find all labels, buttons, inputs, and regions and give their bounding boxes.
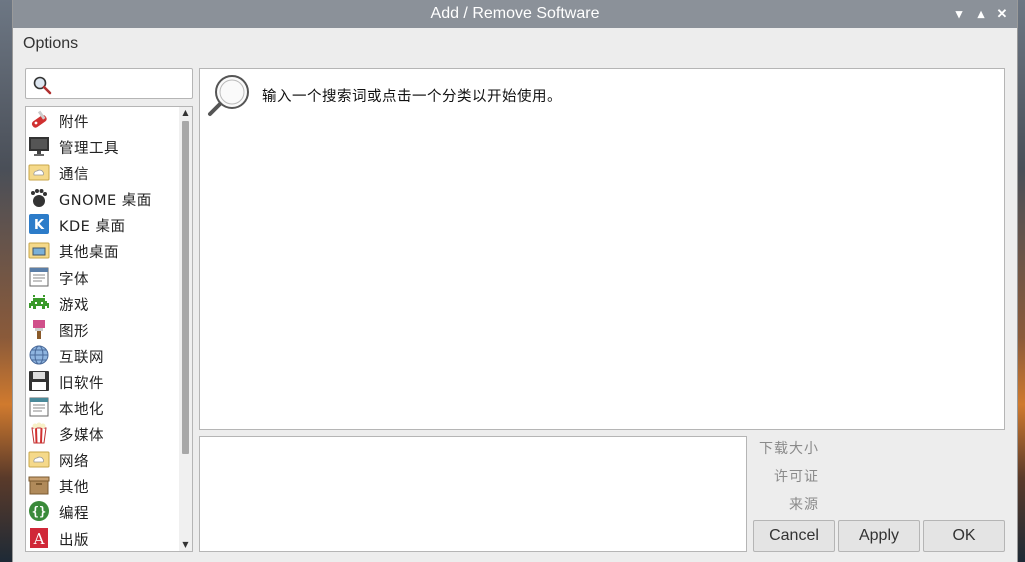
category-label: 出版 bbox=[59, 532, 89, 549]
search-icon bbox=[33, 76, 52, 95]
category-item[interactable]: 图形 bbox=[26, 316, 181, 342]
svg-text:K: K bbox=[34, 218, 45, 233]
scroll-up-arrow[interactable]: ▲ bbox=[179, 107, 192, 119]
window-title: Add / Remove Software bbox=[430, 5, 600, 22]
add-remove-software-window: Add / Remove Software ▾ ▴ ✕ Options 附件管理… bbox=[12, 0, 1018, 562]
category-label: 附件 bbox=[59, 115, 89, 131]
search-box[interactable] bbox=[25, 68, 193, 99]
category-label: 通信 bbox=[59, 167, 89, 184]
box-icon bbox=[28, 476, 50, 495]
category-label: 编程 bbox=[59, 506, 89, 523]
download-size-label: 下载大小 bbox=[759, 441, 819, 457]
title-bar[interactable]: Add / Remove Software ▾ ▴ ✕ bbox=[13, 0, 1017, 28]
apply-button[interactable]: Apply bbox=[838, 520, 920, 552]
ok-button[interactable]: OK bbox=[923, 520, 1005, 552]
search-input[interactable] bbox=[54, 73, 188, 95]
category-item[interactable]: K KDE 桌面 bbox=[26, 211, 181, 237]
category-item[interactable]: 游戏 bbox=[26, 290, 181, 316]
publishing-icon: A bbox=[30, 527, 48, 548]
category-scrollbar[interactable]: ▲ ▼ bbox=[179, 107, 192, 551]
braces-icon: {} bbox=[29, 501, 49, 522]
scroll-down-arrow[interactable]: ▼ bbox=[179, 539, 192, 551]
cancel-button[interactable]: Cancel bbox=[753, 520, 835, 552]
category-label: 其他桌面 bbox=[59, 245, 119, 262]
gnome-foot-icon bbox=[31, 189, 47, 208]
category-item[interactable]: GNOME 桌面 bbox=[26, 185, 181, 211]
svg-text:{}: {} bbox=[32, 505, 46, 519]
category-item[interactable]: 互联网 bbox=[26, 342, 181, 368]
kde-icon: K bbox=[29, 214, 49, 235]
category-item[interactable]: 本地化 bbox=[26, 394, 181, 420]
paintbrush-icon bbox=[33, 319, 45, 339]
maximize-button[interactable]: ▴ bbox=[971, 4, 991, 24]
search-hint: 输入一个搜索词或点击一个分类以开始使用。 bbox=[262, 89, 562, 105]
category-item[interactable]: 其他 bbox=[26, 472, 181, 498]
desktop-folder-icon bbox=[28, 242, 50, 259]
category-item[interactable]: 网络 bbox=[26, 446, 181, 472]
options-menu[interactable]: Options bbox=[23, 35, 78, 53]
locale-document-icon bbox=[29, 397, 49, 417]
menu-bar: Options bbox=[13, 28, 1017, 60]
package-details-panel bbox=[199, 436, 747, 552]
network-folder-icon bbox=[28, 451, 50, 468]
category-item[interactable]: 旧软件 bbox=[26, 368, 181, 394]
scrollbar-thumb[interactable] bbox=[182, 121, 189, 454]
category-label: 多媒体 bbox=[59, 428, 104, 445]
category-label: 本地化 bbox=[59, 402, 104, 419]
font-document-icon bbox=[29, 267, 49, 287]
category-item[interactable]: 通信 bbox=[26, 159, 181, 185]
source-label: 来源 bbox=[789, 497, 819, 513]
category-item[interactable]: {} 编程 bbox=[26, 498, 181, 524]
category-list: 附件管理工具通信 GNOME 桌面 K KDE 桌面 其他桌面字体游戏图形互联网旧软件本… bbox=[25, 106, 193, 552]
floppy-disk-icon bbox=[29, 370, 49, 391]
category-label: 互联网 bbox=[59, 349, 104, 366]
popcorn-icon bbox=[31, 422, 47, 444]
category-item[interactable]: 管理工具 bbox=[26, 133, 181, 159]
minimize-button[interactable]: ▾ bbox=[949, 4, 969, 24]
category-label: 旧软件 bbox=[59, 375, 104, 392]
category-item[interactable]: 字体 bbox=[26, 264, 181, 290]
monitor-icon bbox=[29, 137, 49, 157]
category-item[interactable]: 多媒体 bbox=[26, 420, 181, 446]
category-label: 管理工具 bbox=[59, 141, 119, 158]
swiss-knife-icon bbox=[31, 110, 47, 128]
category-label: 游戏 bbox=[59, 297, 89, 314]
magnifier-icon bbox=[208, 75, 249, 116]
category-list-items: 附件管理工具通信 GNOME 桌面 K KDE 桌面 其他桌面字体游戏图形互联网旧软件本… bbox=[26, 107, 181, 551]
results-panel: 输入一个搜索词或点击一个分类以开始使用。 bbox=[199, 68, 1005, 430]
category-label: 网络 bbox=[59, 454, 89, 471]
globe-icon bbox=[29, 345, 49, 365]
license-label: 许可证 bbox=[774, 469, 819, 485]
svg-text:A: A bbox=[33, 530, 45, 548]
category-item[interactable]: A 出版 bbox=[26, 525, 181, 551]
category-label: 其他 bbox=[59, 480, 89, 497]
category-label: 图形 bbox=[59, 323, 89, 340]
category-item[interactable]: 附件 bbox=[26, 107, 181, 133]
category-label: KDE 桌面 bbox=[59, 219, 126, 236]
space-invader-icon bbox=[29, 294, 49, 309]
category-label: 字体 bbox=[59, 271, 89, 288]
category-label: GNOME 桌面 bbox=[59, 193, 152, 210]
category-item[interactable]: 其他桌面 bbox=[26, 237, 181, 263]
close-button[interactable]: ✕ bbox=[992, 4, 1012, 24]
cloud-folder-icon bbox=[28, 164, 50, 181]
